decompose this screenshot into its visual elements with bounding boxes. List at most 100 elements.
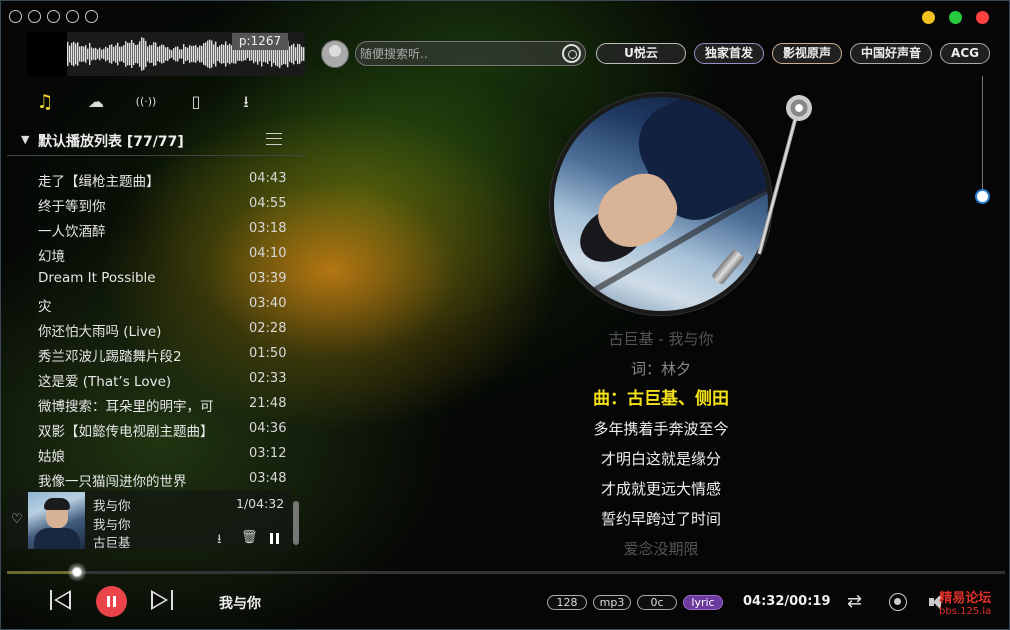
song-row[interactable]: Dream It Possible 03:39 [7, 266, 306, 291]
song-row[interactable]: 双影【如懿传电视剧主题曲】 04:36 [7, 416, 306, 441]
cloud-icon[interactable]: ☁ [85, 91, 107, 113]
sidebar-tabs: ♫ ☁ ((·)) ▯ ⭳ [7, 76, 306, 127]
device-icon[interactable]: ▯ [185, 91, 207, 113]
waveform-bar [83, 46, 85, 62]
vertical-slider-track[interactable] [982, 76, 983, 196]
waveform-bar [197, 47, 199, 61]
trash-icon[interactable]: 🗑 [241, 530, 258, 545]
now-playing-artist: 古巨基 [93, 535, 131, 550]
next-button[interactable] [149, 588, 175, 612]
song-duration: 03:39 [249, 271, 287, 286]
progress-bar[interactable] [7, 571, 1005, 574]
song-row[interactable]: 微博搜索：耳朵里的明宇，可 21:48 [7, 391, 306, 416]
menu-circle-icon[interactable] [9, 10, 22, 23]
lyric-line: 爱念没期限 [623, 540, 699, 558]
waveform-bar [179, 49, 181, 59]
menu-circle-icon[interactable] [66, 10, 79, 23]
tag-soundtrack[interactable]: 影视原声 [772, 43, 843, 64]
window-menu-buttons [9, 10, 98, 23]
time-display: 04:32/00:19 [743, 594, 831, 609]
playlist-title: 默认播放列表 [77/77] [38, 134, 184, 150]
user-avatar[interactable] [321, 40, 349, 68]
download-icon[interactable]: ⭳ [217, 530, 222, 552]
play-pause-button[interactable] [96, 586, 127, 617]
chevron-down-icon[interactable]: ▼ [21, 133, 29, 146]
radio-icon[interactable]: ((·)) [135, 91, 157, 113]
song-row[interactable]: 你还怕大雨吗 (Live) 02:28 [7, 316, 306, 341]
song-row[interactable]: 灾 03:40 [7, 291, 306, 316]
waveform-bar [193, 45, 195, 63]
song-title: 一人饮酒醉 [38, 224, 106, 240]
song-duration: 01:50 [249, 346, 287, 361]
progress-handle[interactable] [66, 562, 87, 582]
waveform-bar [213, 44, 215, 64]
waveform-bar [153, 42, 155, 66]
waveform-bar [137, 44, 139, 64]
menu-circle-icon[interactable] [28, 10, 41, 23]
previous-button[interactable] [48, 588, 74, 612]
waveform-bar [163, 45, 165, 63]
waveform-bar [215, 41, 217, 67]
waveform-bar [135, 45, 137, 63]
song-row[interactable]: 我像一只猫闯进你的世界 03:48 [7, 466, 306, 491]
app-window: p:1267 U悦云 独家首发 影视原声 中国好声音 ACG ♫ ☁ ((·))… [0, 0, 1010, 630]
heart-icon[interactable]: ♡ [11, 512, 23, 527]
channel-badge[interactable]: 0c [637, 595, 677, 610]
waveform-bar [117, 42, 119, 66]
vertical-slider-handle[interactable] [975, 189, 990, 204]
waveform-bar [95, 47, 97, 61]
maximize-button[interactable] [949, 11, 962, 24]
menu-icon[interactable] [266, 133, 282, 145]
lyric-toggle[interactable]: lyric [683, 595, 723, 610]
waveform-bar [211, 40, 213, 68]
locate-icon[interactable] [889, 593, 907, 611]
playlist-scrollbar[interactable] [293, 501, 299, 545]
song-row[interactable]: 幻境 04:10 [7, 241, 306, 266]
repeat-icon[interactable]: ⇄ [847, 593, 862, 611]
song-row[interactable]: 终于等到你 04:55 [7, 191, 306, 216]
song-title: 你还怕大雨吗 (Live) [38, 324, 162, 340]
song-duration: 04:43 [249, 171, 287, 186]
download-icon[interactable]: ⭳ [235, 91, 257, 113]
song-duration: 02:28 [249, 321, 287, 336]
lyric-line: 才明白这就是缘分 [600, 450, 721, 468]
song-title: 走了【缉枪主题曲】 [38, 174, 160, 190]
pause-icon[interactable] [270, 533, 279, 544]
waveform-bar [303, 47, 305, 61]
waveform-bar [155, 42, 157, 66]
now-playing-album: 我与你 [93, 517, 131, 532]
music-note-icon[interactable]: ♫ [34, 91, 56, 113]
song-row[interactable]: 走了【缉枪主题曲】 04:43 [7, 166, 306, 191]
song-row[interactable]: 秀兰邓波儿踢踏舞片段2 01:50 [7, 341, 306, 366]
search-input[interactable] [360, 44, 556, 64]
waveform-bar [157, 46, 159, 62]
now-playing-card[interactable]: ♡ 我与你 我与你 古巨基 1/04:32 ⭳ 🗑 [7, 490, 291, 550]
song-duration: 03:40 [249, 296, 287, 311]
menu-circle-icon[interactable] [85, 10, 98, 23]
search-icon[interactable] [562, 44, 581, 63]
waveform-bar [293, 43, 295, 65]
menu-circle-icon[interactable] [47, 10, 60, 23]
waveform-bar [111, 44, 113, 64]
bitrate-badge[interactable]: 128 [547, 595, 587, 610]
waveform-bar [221, 44, 223, 64]
song-row[interactable]: 这是爱 (That’s Love) 02:33 [7, 366, 306, 391]
song-title: 终于等到你 [38, 199, 106, 215]
lyric-line-current: 曲：古巨基、侧田 [593, 389, 729, 409]
waveform-bar [131, 40, 133, 68]
song-duration: 21:48 [249, 396, 287, 411]
tag-acg[interactable]: ACG [940, 43, 990, 64]
playlist-header[interactable]: ▼ 默认播放列表 [77/77] [7, 128, 306, 156]
tag-voice-of-china[interactable]: 中国好声音 [850, 43, 933, 64]
waveform-bar [175, 46, 177, 62]
song-row[interactable]: 一人饮酒醉 03:18 [7, 216, 306, 241]
format-badge[interactable]: mp3 [593, 595, 631, 610]
song-title: 我像一只猫闯进你的世界 [38, 474, 187, 490]
minimize-button[interactable] [922, 11, 935, 24]
tag-exclusive[interactable]: 独家首发 [694, 43, 765, 64]
tag-u-yueyun[interactable]: U悦云 [596, 43, 686, 64]
waveform-bar [159, 45, 161, 63]
waveform-bar [169, 49, 171, 59]
close-button[interactable] [976, 11, 989, 24]
song-row[interactable]: 姑娘 03:12 [7, 441, 306, 466]
